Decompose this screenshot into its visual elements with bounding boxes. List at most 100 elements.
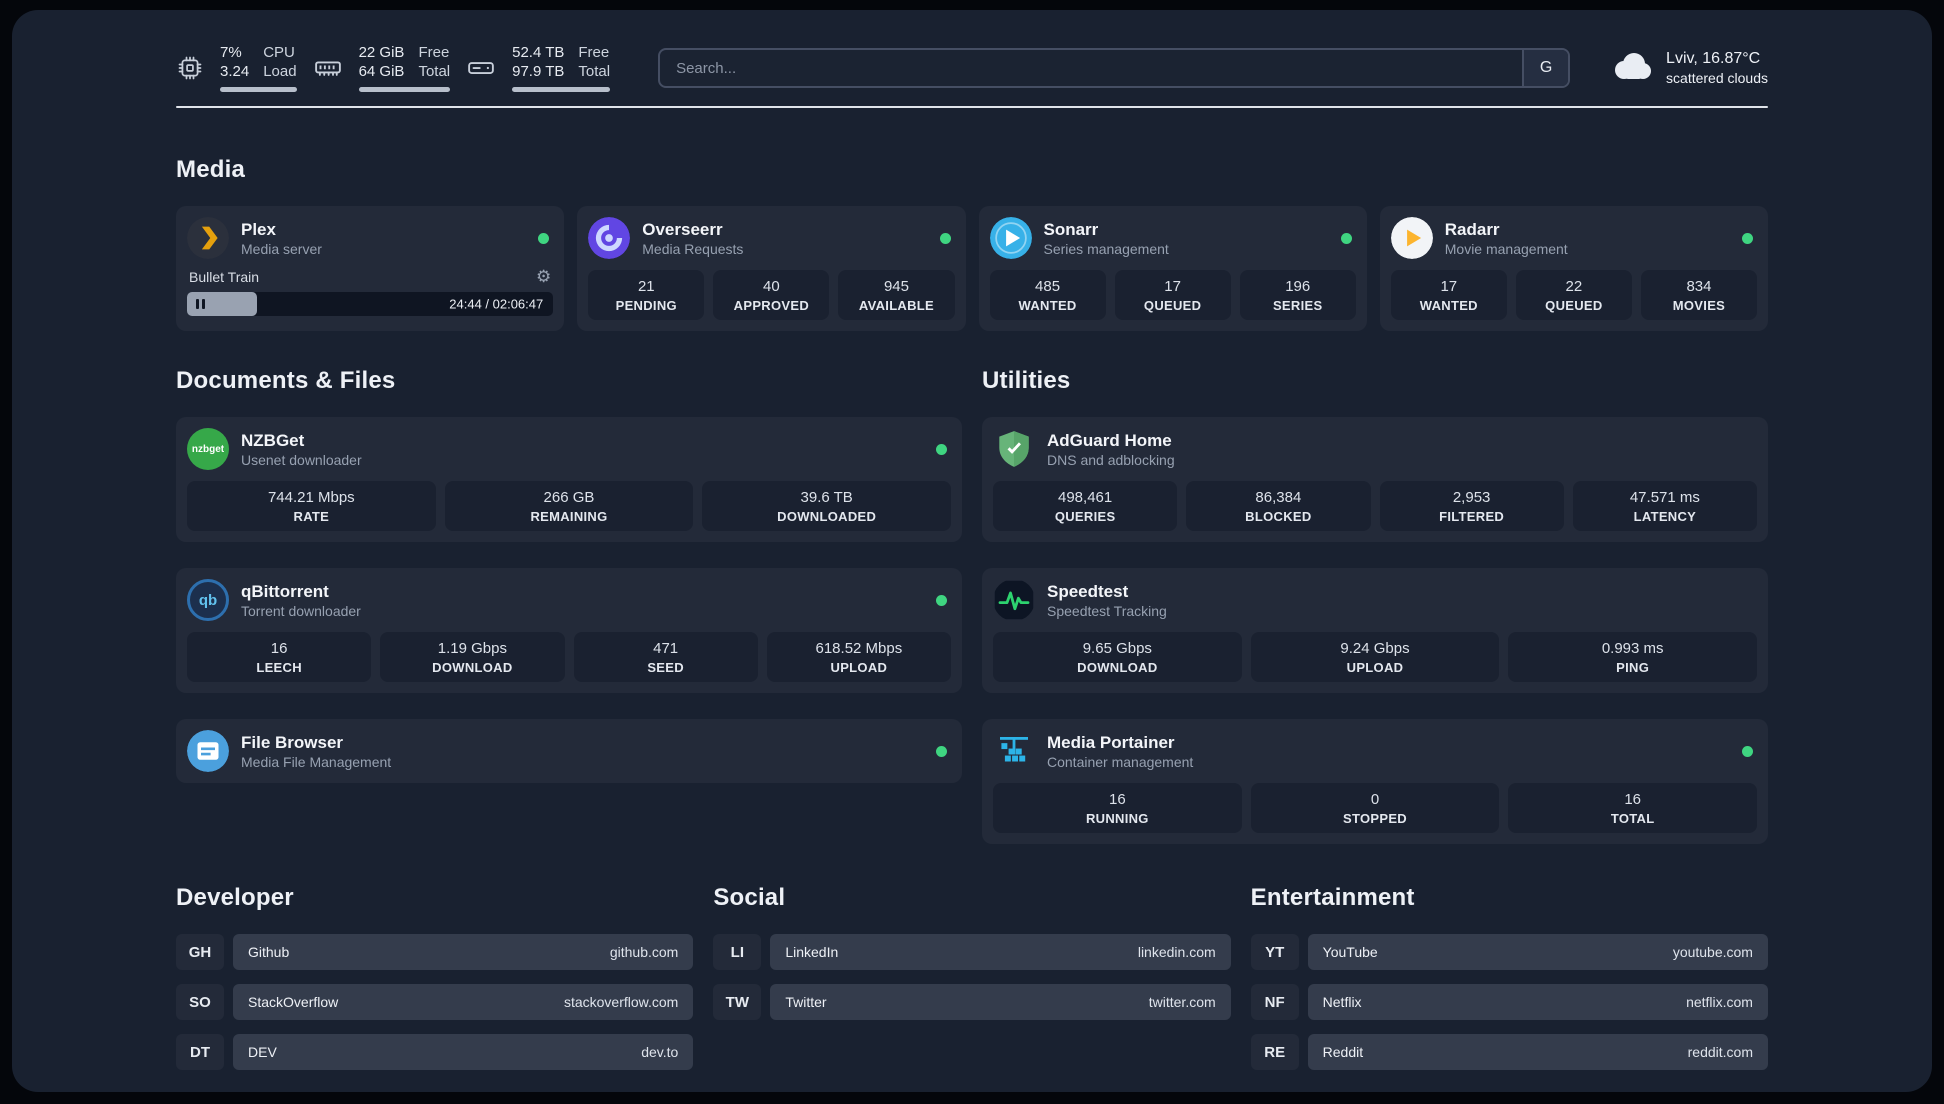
disk-icon (466, 53, 496, 83)
bookmark-abbr: GH (176, 934, 224, 970)
stat-tile: 9.24 Gbps UPLOAD (1250, 632, 1500, 682)
stats-row: 21 PENDING 40 APPROVED 945 AVAILABLE (588, 270, 955, 320)
stats-row: 498,461 QUERIES 86,384 BLOCKED 2,953 FIL… (993, 481, 1757, 531)
stat-tile: 16 LEECH (187, 632, 372, 682)
bookmark-name: Twitter (785, 994, 827, 1010)
bookmark-reddit[interactable]: RE Reddit reddit.com (1250, 1034, 1768, 1070)
app-subtitle: Series management (1043, 240, 1169, 257)
card-overseerr[interactable]: Overseerr Media Requests 21 PENDING 40 A… (577, 206, 966, 331)
app-subtitle: DNS and adblocking (1047, 451, 1175, 468)
now-playing-title: Bullet Train (189, 268, 260, 285)
search-input[interactable] (660, 50, 1523, 86)
ram-total-label: Total (418, 63, 451, 80)
app-name: Radarr (1444, 219, 1500, 239)
stats-row: 485 WANTED 17 QUEUED 196 SERIES (989, 270, 1356, 320)
app-subtitle: Torrent downloader (241, 602, 361, 619)
stat-tile: 485 WANTED (989, 270, 1106, 320)
status-dot (936, 745, 947, 757)
bookmark-abbr: TW (713, 984, 762, 1020)
stat-tile: 0.993 ms PING (1508, 632, 1757, 682)
section-title-entertainment: Entertainment (1250, 884, 1415, 911)
bookmark-url: dev.to (641, 1044, 679, 1060)
playback-progress-bar[interactable]: 24:44 / 02:06:47 (187, 292, 554, 316)
status-dot (1742, 232, 1753, 244)
stat-tile: 86,384 BLOCKED (1186, 481, 1371, 531)
radarr-icon (1390, 217, 1433, 259)
card-radarr[interactable]: Radarr Movie management 17 WANTED 22 QUE… (1379, 206, 1768, 331)
app-name: Sonarr (1043, 219, 1099, 239)
stat-tile: 196 SERIES (1239, 270, 1356, 320)
card-adguard[interactable]: AdGuard Home DNS and adblocking 498,461 … (982, 417, 1768, 542)
app-subtitle: Movie management (1444, 240, 1568, 257)
stat-tile: 834 MOVIES (1640, 270, 1757, 320)
cloud-icon (1610, 50, 1654, 87)
bookmark-group-entertainment: Entertainment YT YouTube youtube.com NF … (1250, 884, 1768, 1070)
bookmark-abbr: LI (713, 934, 762, 970)
search-engine-button[interactable]: G (1522, 50, 1569, 86)
stat-tile: 618.52 Mbps UPLOAD (766, 632, 951, 682)
bookmark-name: DEV (248, 1044, 277, 1060)
disk-free-value: 52.4 TB (512, 44, 565, 61)
weather-location: Lviv, 16.87°C (1666, 50, 1761, 67)
status-dot (936, 443, 947, 455)
app-subtitle: Speedtest Tracking (1047, 602, 1167, 619)
bookmark-name: Github (248, 944, 290, 960)
filebrowser-icon (187, 730, 229, 772)
stat-tile: 945 AVAILABLE (838, 270, 955, 320)
app-subtitle: Usenet downloader (241, 451, 362, 468)
bookmark-twitter[interactable]: TW Twitter twitter.com (713, 984, 1231, 1020)
bookmark-stackoverflow[interactable]: SO StackOverflow stackoverflow.com (176, 984, 694, 1020)
search-bar: G (658, 48, 1571, 88)
card-nzbget[interactable]: nzbget NZBGet Usenet downloader 744.21 M… (176, 417, 962, 542)
card-sonarr[interactable]: Sonarr Series management 485 WANTED 17 Q… (978, 206, 1367, 331)
stat-tile: 16 TOTAL (1508, 783, 1757, 833)
top-bar: 7% 3.24 CPU Load 22 GiB 64 GiB Free Tota… (176, 10, 1768, 92)
card-speedtest[interactable]: Speedtest Speedtest Tracking 9.65 Gbps D… (982, 568, 1768, 693)
ram-free-label: Free (418, 44, 450, 61)
cpu-usage-metric: 7% 3.24 CPU Load (220, 44, 297, 92)
bookmark-abbr: DT (176, 1034, 224, 1070)
app-name: Speedtest (1047, 581, 1129, 601)
app-name: File Browser (241, 732, 344, 752)
bookmark-netflix[interactable]: NF Netflix netflix.com (1250, 984, 1768, 1020)
bookmark-github[interactable]: GH Github github.com (176, 934, 694, 970)
bookmark-group-social: Social LI LinkedIn linkedin.com TW Twitt… (713, 884, 1231, 1070)
bookmark-youtube[interactable]: YT YouTube youtube.com (1250, 934, 1768, 970)
header-divider (176, 106, 1768, 108)
disk-total-label: Total (578, 63, 611, 80)
cpu-load-label: Load (263, 63, 297, 80)
bookmark-abbr: SO (176, 984, 224, 1020)
status-dot (936, 594, 947, 606)
weather-widget: Lviv, 16.87°C scattered clouds (1610, 50, 1768, 87)
bookmark-name: Netflix (1322, 994, 1362, 1010)
disk-usage-metric: 52.4 TB 97.9 TB Free Total (512, 44, 611, 92)
status-dot (1340, 232, 1352, 244)
bookmark-abbr: YT (1250, 934, 1299, 970)
card-qbittorrent[interactable]: qb qBittorrent Torrent downloader 16 LEE… (176, 568, 962, 693)
stats-row: 16 LEECH 1.19 Gbps DOWNLOAD 471 SEED 618… (187, 632, 951, 682)
bookmark-abbr: NF (1250, 984, 1299, 1020)
app-name: Overseerr (642, 219, 723, 239)
gear-icon[interactable]: ⚙ (536, 268, 551, 285)
bookmark-url: linkedin.com (1137, 944, 1216, 960)
bookmark-linkedin[interactable]: LI LinkedIn linkedin.com (713, 934, 1231, 970)
pause-icon[interactable] (196, 299, 205, 309)
ram-free-value: 22 GiB (358, 44, 405, 61)
disk-total-value: 97.9 TB (512, 63, 565, 80)
portainer-icon (993, 730, 1035, 772)
plex-now-playing: Bullet Train ⚙ 24:44 / 02:06:47 (187, 268, 554, 316)
stat-tile: 744.21 Mbps RATE (187, 481, 436, 531)
bookmark-dev[interactable]: DT DEV dev.to (176, 1034, 694, 1070)
stat-tile: 0 STOPPED (1250, 783, 1500, 833)
cpu-chip-icon (176, 54, 204, 82)
playback-time: 24:44 / 02:06:47 (449, 296, 544, 312)
stat-tile: 22 QUEUED (1515, 270, 1632, 320)
card-filebrowser[interactable]: File Browser Media File Management (176, 719, 962, 783)
stat-tile: 1.19 Gbps DOWNLOAD (380, 632, 565, 682)
card-plex[interactable]: Plex Media server Bullet Train ⚙ 24:44 /… (176, 206, 565, 331)
card-portainer[interactable]: Media Portainer Container management 16 … (982, 719, 1768, 844)
disk-free-label: Free (578, 44, 610, 61)
bookmark-url: youtube.com (1672, 944, 1753, 960)
stat-tile: 47.571 ms LATENCY (1572, 481, 1757, 531)
stat-tile: 21 PENDING (588, 270, 705, 320)
